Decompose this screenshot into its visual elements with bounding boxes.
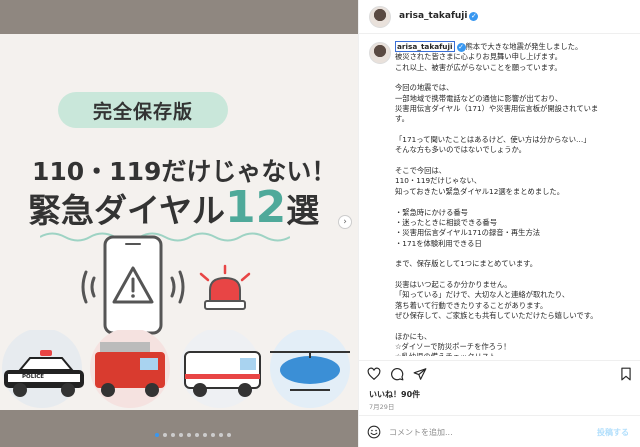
verified-badge-icon: ✓ <box>456 43 466 52</box>
image-heading-number: 12 <box>225 182 287 233</box>
caption-avatar[interactable] <box>369 42 391 64</box>
caption-line: 被災された皆さまに心よりお見舞い申し上げます。 <box>395 52 562 62</box>
caption-line: 「知っている」だけで、大切な人と連絡が取れたり、 <box>395 290 570 300</box>
phone-warning-icon <box>81 235 185 335</box>
caption-line <box>395 73 635 83</box>
share-icon[interactable] <box>413 367 427 381</box>
instagram-post-window: 完全保存版 110・119だけじゃない！ 緊急ダイヤル12選 POLICE › … <box>0 0 640 447</box>
image-badge: 完全保存版 <box>58 92 228 128</box>
comment-bar: コメントを追加... 投稿する <box>359 415 640 447</box>
image-bottom-border <box>0 410 358 447</box>
caption-line: 今回の地震では、 <box>395 83 454 93</box>
verified-badge-icon: ✓ <box>469 12 479 21</box>
post-date[interactable]: 7月29日 <box>369 401 394 411</box>
bookmark-icon[interactable] <box>619 367 633 381</box>
caption-line: ・迷ったときに相談できる番号 <box>395 217 498 227</box>
caption-line: 知っておきたい緊急ダイヤル12選をまとめました。 <box>395 186 565 196</box>
header-username-text[interactable]: arisa_takafuji <box>399 11 467 21</box>
caption-line: す。 <box>395 114 409 124</box>
caption-line: ・災害用伝言ダイヤル171の録音・再生方法 <box>395 228 541 238</box>
caption-line: ほかにも、 <box>395 331 432 341</box>
caption-line: 110・119だけじゃない、 <box>395 176 482 186</box>
caption-line <box>395 197 635 207</box>
comment-icon[interactable] <box>390 367 404 381</box>
caption-line: arisa_takafuji ✓ 熊本で大きな地震が発生しました。 <box>395 41 635 52</box>
action-bar <box>359 360 640 382</box>
post-details-panel: arisa_takafuji ✓ arisa_takafuji ✓ 熊本で大きな地震が… <box>358 0 640 447</box>
caption-line: ☆乳幼児の備えチェックリスト <box>395 352 635 356</box>
avatar[interactable] <box>369 6 391 28</box>
caption-line: 「171って聞いたことはあるけど、使い方は分からない…」 <box>395 135 591 145</box>
caption-line-text: 熊本で大きな地震が発生しました。 <box>465 42 583 51</box>
caption-line: ☆ダイソーで防災ポーチを作ろう！ <box>395 341 511 351</box>
caption-line: 一部地域で携帯電話などの通信に影響が出ており、 <box>395 93 563 103</box>
header-username[interactable]: arisa_takafuji ✓ <box>399 11 479 21</box>
caption-line <box>395 270 635 280</box>
image-heading-line2: 緊急ダイヤル12選 <box>28 182 319 233</box>
caption-line <box>395 125 635 135</box>
caption-line: まで、保存版として1つにまとめています。 <box>395 259 538 269</box>
caption-line: 災害用伝言ダイヤル（171）や災害用伝言板が開設されていま <box>395 104 599 114</box>
caption-line: そんな方も多いのではないでしょうか。 <box>395 145 526 155</box>
comment-input[interactable]: コメントを追加... <box>389 427 453 438</box>
caption-line: ・171を体験利用できる日 <box>395 238 482 248</box>
caption-line <box>395 321 635 331</box>
image-top-border <box>0 0 358 34</box>
caption-line: 災害はいつ起こるか分かりません。 <box>395 279 512 289</box>
post-comment-button[interactable]: 投稿する <box>597 427 629 438</box>
caption-line: ・緊急時にかける番号 <box>395 207 468 217</box>
caption-text: arisa_takafuji ✓ 熊本で大きな地震が発生しました。 被災された皆さまに… <box>395 41 635 356</box>
caption-line: ぜひ保存して、ご家族とも共有していただけたら嬉しいです。 <box>395 310 598 320</box>
emoji-icon[interactable] <box>367 425 381 439</box>
heart-icon[interactable] <box>367 367 381 381</box>
next-slide-button[interactable]: › <box>338 215 352 229</box>
carousel-dots <box>155 433 231 437</box>
image-heading-suffix: 選 <box>286 191 320 230</box>
caption-area: arisa_takafuji ✓ 熊本で大きな地震が発生しました。 被災された皆さまに… <box>359 34 640 356</box>
caption-line: そこで今回は、 <box>395 166 447 176</box>
caption-line <box>395 249 635 259</box>
caption-username[interactable]: arisa_takafuji <box>395 41 455 52</box>
post-header: arisa_takafuji ✓ <box>359 0 640 34</box>
police-car-label: POLICE <box>22 374 45 380</box>
likes-count[interactable]: いいね！90件 <box>369 389 420 400</box>
caption-line: 落ち着いて行動できたりすることがあります。 <box>395 300 548 310</box>
caption-line <box>395 156 635 166</box>
image-heading-prefix: 緊急ダイヤル <box>28 191 226 230</box>
vehicles-illustration <box>2 330 350 408</box>
caption-line: これ以上、被害が広がらないことを願っています。 <box>395 62 562 72</box>
siren-icon <box>199 264 251 310</box>
post-image[interactable]: 完全保存版 110・119だけじゃない！ 緊急ダイヤル12選 POLICE <box>0 34 358 410</box>
